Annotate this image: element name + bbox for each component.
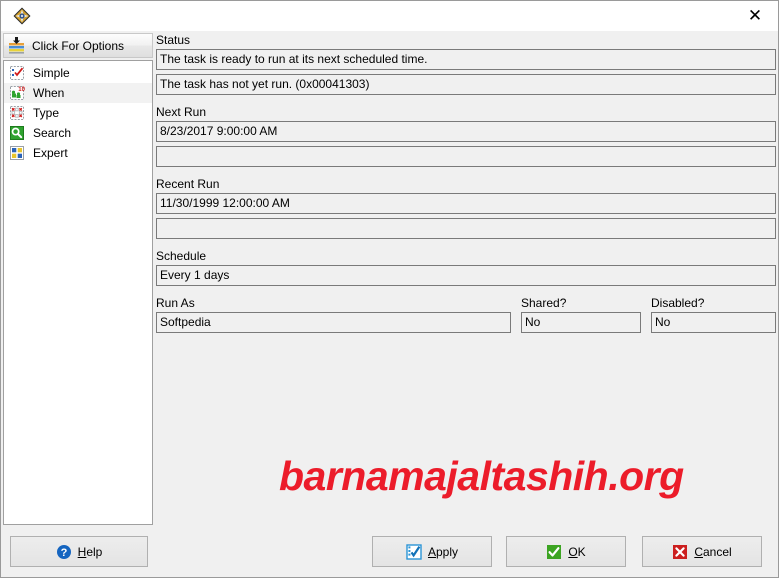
when-calendar-icon: 10 (9, 85, 25, 101)
close-icon[interactable]: ✕ (732, 1, 778, 31)
next-run-label: Next Run (156, 105, 207, 119)
sidebar-item-type[interactable]: Type (4, 103, 152, 123)
ok-button-label: OK (568, 545, 585, 559)
recent-run-group: Recent Run 11/30/1999 12:00:00 AM (156, 177, 776, 239)
disabled-label: Disabled? (651, 296, 705, 310)
recent-run-line1-field: 11/30/1999 12:00:00 AM (156, 193, 776, 214)
ok-rest: K (577, 544, 586, 559)
schedule-label: Schedule (156, 249, 207, 263)
schedule-field: Every 1 days (156, 265, 776, 286)
shared-label: Shared? (521, 296, 567, 310)
apply-check-icon (406, 543, 422, 560)
help-rest: elp (86, 544, 103, 559)
run-as-field: Softpedia (156, 312, 511, 333)
recent-run-label: Recent Run (156, 177, 220, 191)
apply-accel: A (427, 544, 436, 559)
ok-check-icon (546, 544, 562, 560)
cancel-x-icon (672, 544, 688, 560)
ok-button[interactable]: OK (506, 536, 626, 567)
schedule-group: Schedule Every 1 days (156, 249, 776, 286)
apply-button-label: Apply (428, 545, 458, 559)
shared-group: Shared? No (521, 296, 641, 333)
apply-button[interactable]: Apply (372, 536, 492, 567)
task-scheduler-window: ✕ Click For Options Simple 10 When Type … (0, 0, 779, 578)
help-button-label: Help (78, 545, 103, 559)
next-run-group: Next Run 8/23/2017 9:00:00 AM (156, 105, 776, 167)
apply-rest: pply (436, 544, 459, 559)
help-button[interactable]: ? Help (10, 536, 148, 567)
sidebar-item-label: Search (33, 126, 72, 140)
search-magnifier-icon (9, 125, 25, 141)
cancel-accel: C (694, 544, 703, 559)
next-run-line1-field: 8/23/2017 9:00:00 AM (156, 121, 776, 142)
disabled-group: Disabled? No (651, 296, 776, 333)
help-question-icon: ? (56, 544, 72, 560)
sidebar-item-label: When (33, 86, 65, 100)
run-as-row: Run As Softpedia Shared? No Disabled? No (156, 296, 776, 333)
type-grid-icon (9, 105, 25, 121)
sidebar: Click For Options Simple 10 When Type Se… (3, 33, 153, 527)
sidebar-item-simple[interactable]: Simple (4, 63, 152, 83)
title-bar: ✕ (1, 1, 778, 31)
status-line2-field: The task has not yet run. (0x00041303) (156, 74, 776, 95)
status-group: Status The task is ready to run at its n… (156, 33, 776, 95)
recent-run-line2-field (156, 218, 776, 239)
cancel-button-label: Cancel (694, 545, 731, 559)
app-diamond-compass-icon (7, 1, 37, 31)
main-panel: Status The task is ready to run at its n… (156, 33, 776, 527)
svg-text:?: ? (60, 547, 67, 559)
sidebar-list: Simple 10 When Type Search Expert (3, 60, 153, 525)
sidebar-item-label: Type (33, 106, 60, 120)
click-for-options-header[interactable]: Click For Options (3, 33, 153, 58)
ok-accel: O (568, 544, 578, 559)
expert-grid-icon (9, 145, 25, 161)
next-run-line2-field (156, 146, 776, 167)
cancel-rest: ancel (702, 544, 732, 559)
disabled-field: No (651, 312, 776, 333)
options-list-icon (7, 36, 27, 56)
sidebar-item-label: Simple (33, 66, 70, 80)
run-as-group: Run As Softpedia (156, 296, 511, 333)
status-line1-field: The task is ready to run at its next sch… (156, 49, 776, 70)
svg-text:10: 10 (18, 87, 25, 93)
cancel-button[interactable]: Cancel (642, 536, 762, 567)
status-label: Status (156, 33, 191, 47)
simple-checklist-icon (9, 65, 25, 81)
click-for-options-label: Click For Options (32, 38, 125, 53)
sidebar-item-when[interactable]: 10 When (4, 83, 152, 103)
sidebar-item-label: Expert (33, 146, 68, 160)
sidebar-item-search[interactable]: Search (4, 123, 152, 143)
run-as-label: Run As (156, 296, 195, 310)
shared-field: No (521, 312, 641, 333)
sidebar-item-expert[interactable]: Expert (4, 143, 152, 163)
